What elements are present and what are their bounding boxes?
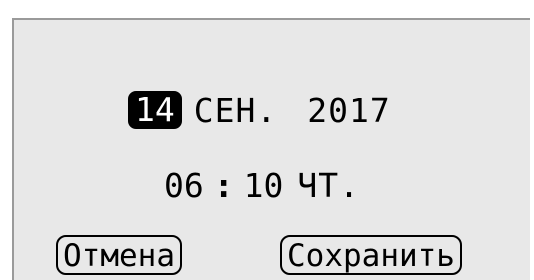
save-button[interactable]: Сохранить <box>280 235 462 275</box>
minutes-field[interactable]: 10 <box>244 166 284 205</box>
year-field[interactable]: 2017 <box>307 91 390 130</box>
hours-field[interactable]: 06 <box>164 166 204 205</box>
date-row: 14 СЕН. 2017 <box>128 90 391 130</box>
month-field[interactable]: СЕН. <box>194 91 277 130</box>
cancel-button[interactable]: Отмена <box>56 235 182 275</box>
weekday-label: ЧТ. <box>297 165 360 205</box>
date-time-settings-screen: 14 СЕН. 2017 06 : 10 ЧТ. Отмена Сохранит… <box>12 18 530 280</box>
time-separator: : <box>213 165 234 205</box>
day-field[interactable]: 14 <box>128 91 182 129</box>
time-row: 06 : 10 ЧТ. <box>164 165 360 205</box>
